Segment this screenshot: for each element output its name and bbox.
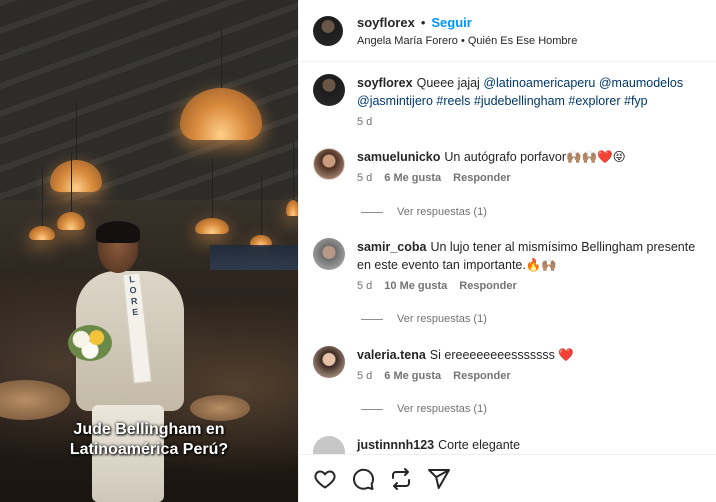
pendant-lamp: [29, 166, 55, 240]
avatar[interactable]: [313, 436, 345, 454]
view-replies-button[interactable]: Ver respuestas (1): [361, 313, 487, 325]
comment-meta: 5 d 10 Me gusta Responder: [357, 280, 701, 292]
reply-button[interactable]: Responder: [459, 280, 516, 292]
comment-text: samir_coba Un lujo tener al mismísimo Bel…: [357, 238, 701, 274]
comment-username[interactable]: samuelunicko: [357, 150, 440, 164]
separator-dot: •: [460, 34, 465, 47]
avatar[interactable]: [313, 238, 345, 270]
audio-artist[interactable]: Angela María Forero: [357, 35, 458, 47]
post-header: soyflorex • Seguir Angela María Forero •…: [299, 0, 716, 62]
timestamp: 5 d: [357, 172, 373, 184]
separator-dot: •: [420, 14, 426, 30]
comment-body: justinnnh123 Corte elegante: [357, 436, 701, 454]
caption-body: soyflorex Queee jajaj @latinoamericaperu …: [357, 74, 701, 128]
likes-count[interactable]: 6 Me gusta: [384, 370, 441, 382]
avatar[interactable]: [313, 74, 345, 106]
header-row: soyflorex • Seguir: [357, 15, 577, 30]
ceiling-backdrop: [0, 0, 298, 200]
avatar[interactable]: [313, 148, 345, 180]
reply-button[interactable]: Responder: [453, 172, 510, 184]
avatar[interactable]: [313, 346, 345, 378]
caption-line: Jude Bellingham en: [73, 421, 225, 438]
timestamp: 5 d: [357, 370, 373, 382]
comment-body: samir_coba Un lujo tener al mismísimo Bel…: [357, 238, 701, 292]
post-caption: soyflorex Queee jajaj @latinoamericaperu …: [313, 74, 713, 128]
repost-icon[interactable]: [389, 467, 413, 491]
comment-text: justinnnh123 Corte elegante: [357, 436, 701, 454]
comment-item: justinnnh123 Corte elegante: [313, 436, 713, 454]
view-replies-label: Ver respuestas (1): [397, 403, 487, 415]
comment-text: valeria.tena Si ereeeeeeeesssssss ❤️: [357, 346, 701, 364]
caption-username[interactable]: soyflorex: [357, 76, 413, 90]
view-replies-label: Ver respuestas (1): [397, 206, 487, 218]
comment-item: samir_coba Un lujo tener al mismísimo Bel…: [313, 238, 713, 292]
author-username[interactable]: soyflorex: [357, 15, 415, 30]
comment-message: Corte elegante: [438, 438, 521, 452]
view-replies-button[interactable]: Ver respuestas (1): [361, 403, 487, 415]
replies-line: [361, 211, 383, 213]
replies-line: [361, 318, 383, 320]
timestamp: 5 d: [357, 280, 373, 292]
comment-username[interactable]: samir_coba: [357, 240, 426, 254]
person-figure: L O R E: [68, 221, 190, 502]
post-view: L O R E Jude Bellingham en Latinoamérica…: [0, 0, 716, 502]
comment-item: samuelunicko Un autógrafo porfavor🙌🏽🙌🏽❤️😝…: [313, 148, 713, 184]
sash-letter: E: [131, 306, 139, 318]
caption-line: Latinoamérica Perú?: [69, 441, 229, 458]
view-replies-button[interactable]: Ver respuestas (1): [361, 206, 487, 218]
person-hair: [96, 221, 140, 243]
video-caption-overlay: Jude Bellingham en Latinoamérica Perú?: [0, 420, 298, 460]
follow-button[interactable]: Seguir: [431, 15, 471, 30]
comment-username[interactable]: valeria.tena: [357, 348, 426, 362]
audio-info[interactable]: Angela María Forero • Quién Es Ese Hombr…: [357, 35, 577, 47]
comment-body: samuelunicko Un autógrafo porfavor🙌🏽🙌🏽❤️😝…: [357, 148, 701, 184]
caption-text: soyflorex Queee jajaj @latinoamericaperu …: [357, 74, 701, 110]
comment-icon[interactable]: [351, 467, 375, 491]
share-icon[interactable]: [427, 467, 451, 491]
pendant-lamp: [286, 140, 298, 216]
caption-message: Queee jajaj: [416, 76, 480, 90]
likes-count[interactable]: 10 Me gusta: [384, 280, 447, 292]
pendant-lamp: [195, 158, 229, 234]
heart-icon[interactable]: [313, 467, 337, 491]
action-bar: [299, 454, 716, 502]
flower-bouquet: [68, 325, 112, 361]
comment-text: samuelunicko Un autógrafo porfavor🙌🏽🙌🏽❤️😝: [357, 148, 701, 166]
comment-message: Si ereeeeeeeesssssss ❤️: [429, 348, 574, 362]
reel-video[interactable]: L O R E Jude Bellingham en Latinoamérica…: [0, 0, 298, 502]
comment-body: valeria.tena Si ereeeeeeeesssssss ❤️ 5 d …: [357, 346, 701, 382]
comment-username[interactable]: justinnnh123: [357, 438, 434, 452]
comment-meta: 5 d 6 Me gusta Responder: [357, 370, 701, 382]
audio-title[interactable]: Quién Es Ese Hombre: [468, 35, 577, 47]
view-replies-label: Ver respuestas (1): [397, 313, 487, 325]
header-text: soyflorex • Seguir Angela María Forero •…: [357, 15, 577, 47]
caption-meta: 5 d: [357, 116, 701, 128]
reply-button[interactable]: Responder: [453, 370, 510, 382]
comment-item: valeria.tena Si ereeeeeeeesssssss ❤️ 5 d …: [313, 346, 713, 382]
replies-line: [361, 408, 383, 410]
comment-message: Un autógrafo porfavor🙌🏽🙌🏽❤️😝: [444, 150, 626, 164]
comment-meta: 5 d 6 Me gusta Responder: [357, 172, 701, 184]
avatar[interactable]: [313, 15, 343, 46]
table: [190, 395, 250, 421]
timestamp: 5 d: [357, 116, 373, 128]
post-side-panel: soyflorex • Seguir Angela María Forero •…: [298, 0, 716, 502]
likes-count[interactable]: 6 Me gusta: [384, 172, 441, 184]
comments-list[interactable]: soyflorex Queee jajaj @latinoamericaperu …: [299, 62, 716, 454]
